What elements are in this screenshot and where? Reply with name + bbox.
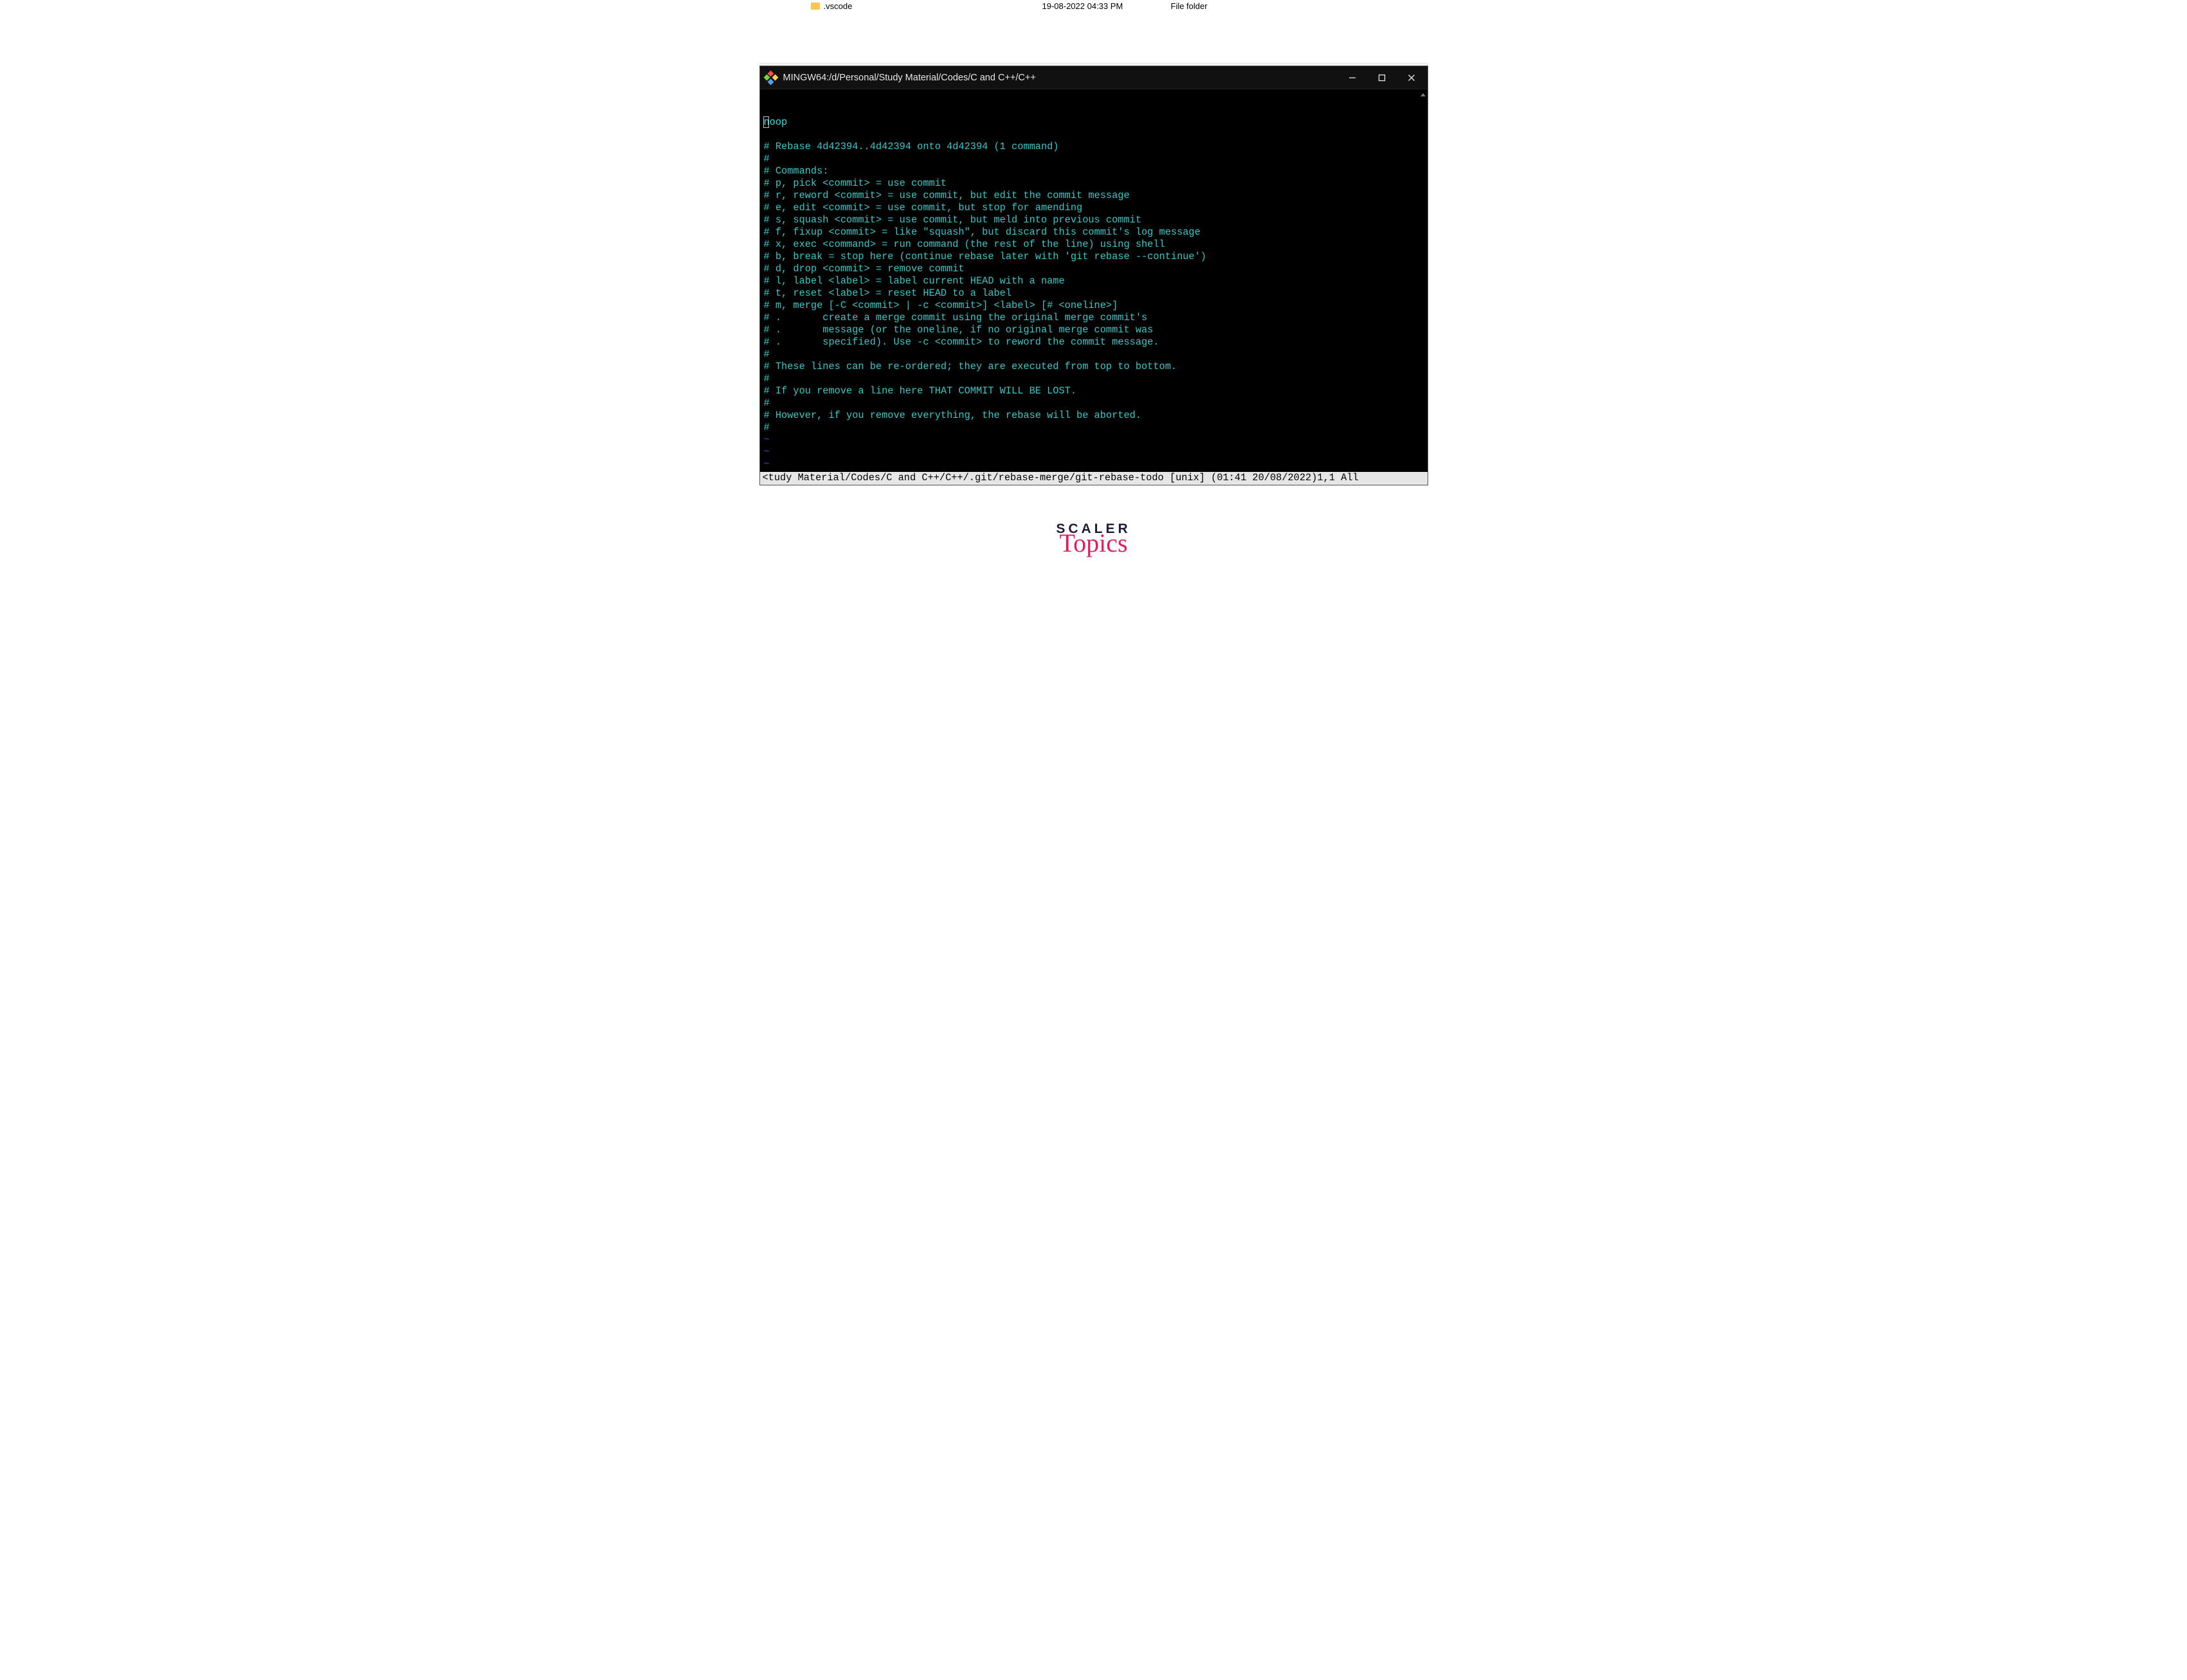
editor-line: # . specified). Use -c <commit> to rewor… [764,336,1159,348]
editor-line: # l, label <label> = label current HEAD … [764,275,1065,287]
folder-label: .vscode [824,1,853,11]
close-button[interactable] [1397,68,1426,88]
folder-type: File folder [1171,1,1208,11]
editor-line: # r, reword <commit> = use commit, but e… [764,190,1130,201]
editor-line: # x, exec <command> = run command (the r… [764,239,1165,250]
status-format: [unix] [1170,472,1205,483]
editor-line: # b, break = stop here (continue rebase … [764,251,1206,262]
folder-icon [811,3,820,10]
editor-line: # [764,373,770,384]
brand-logo: SCALER Topics [1042,521,1145,556]
status-path: <tudy Material/Codes/C and C++/C++/.git/… [763,472,1164,483]
editor-line: # e, edit <commit> = use commit, but sto… [764,202,1083,213]
editor-line: # . create a merge commit using the orig… [764,312,1148,323]
editor-line: # p, pick <commit> = use commit [764,177,947,189]
editor-line: # d, drop <commit> = remove commit [764,263,965,275]
vim-statusbar: <tudy Material/Codes/C and C++/C++/.git/… [760,472,1428,485]
minimize-button[interactable] [1338,68,1367,88]
editor-line: # m, merge [-C <commit> | -c <commit>] <… [764,300,1118,311]
editor-line: # [764,153,770,165]
editor-comment-block: # Rebase 4d42394..4d42394 onto 4d42394 (… [764,129,1421,434]
status-time: (01:41 20/08/2022) [1211,472,1317,483]
maximize-button[interactable] [1367,68,1397,88]
folder-item: .vscode [811,1,853,11]
editor-line: # [764,348,770,360]
status-pos: 1,1 [1317,472,1335,483]
folder-date: 19-08-2022 04:33 PM [1042,1,1123,11]
editor-line: # . message (or the oneline, if no origi… [764,324,1154,336]
editor-first-line: noop [764,116,788,129]
terminal-editor[interactable]: noop # Rebase 4d42394..4d42394 onto 4d42… [760,89,1428,472]
editor-line: # [764,397,770,409]
status-scroll: All [1341,472,1359,483]
editor-line: # t, reset <label> = reset HEAD to a lab… [764,287,1012,299]
editor-line: # If you remove a line here THAT COMMIT … [764,385,1077,397]
vim-tilde: ~ [764,446,770,458]
editor-line: # However, if you remove everything, the… [764,410,1142,421]
terminal-window: MINGW64:/d/Personal/Study Material/Codes… [759,66,1428,485]
editor-line: # [764,422,770,433]
scroll-up-icon[interactable] [1420,93,1426,96]
editor-line: # f, fixup <commit> = like "squash", but… [764,226,1201,238]
window-title: MINGW64:/d/Personal/Study Material/Codes… [783,73,1036,83]
editor-line: # Commands: [764,165,829,177]
editor-line: # Rebase 4d42394..4d42394 onto 4d42394 (… [764,141,1059,152]
vim-tilde: ~ [764,458,770,470]
scrollbar[interactable] [1420,92,1426,471]
editor-tildes: ~ ~ ~ [764,434,1421,471]
noop-word: noop [764,116,788,128]
vim-tilde: ~ [764,434,770,446]
editor-line: # These lines can be re-ordered; they ar… [764,361,1177,372]
window-titlebar[interactable]: MINGW64:/d/Personal/Study Material/Codes… [760,66,1428,89]
mingw-icon [765,72,777,84]
editor-line: # s, squash <commit> = use commit, but m… [764,214,1142,226]
